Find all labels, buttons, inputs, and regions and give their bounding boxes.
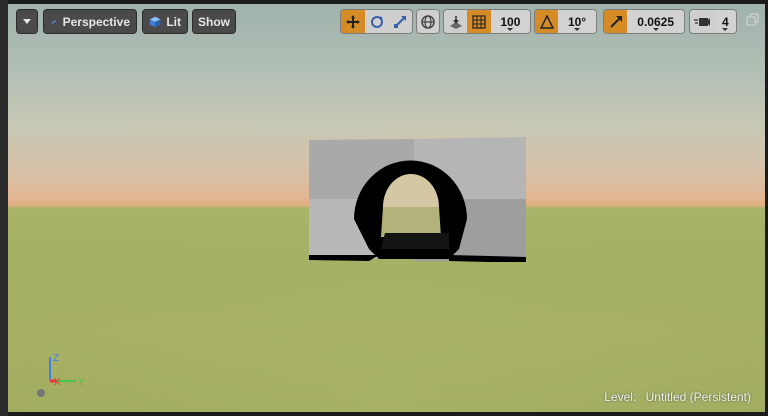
- restore-window-icon[interactable]: [746, 13, 760, 27]
- camera-speed-value-dropdown[interactable]: 4: [714, 10, 736, 33]
- help-icon: [37, 389, 45, 397]
- grid-snap-toggle[interactable]: [467, 10, 491, 33]
- perspective-camera-icon: [50, 20, 57, 23]
- level-name: Untitled (Persistent): [645, 390, 751, 404]
- level-status: Level: Untitled (Persistent): [604, 390, 751, 404]
- arch-inner-ground: [381, 207, 441, 237]
- coordinate-system-group: [416, 9, 440, 34]
- rotation-snap-value-dropdown[interactable]: 10°: [558, 10, 596, 33]
- scale-snap-value-dropdown[interactable]: 0.0625: [627, 10, 684, 33]
- level-prefix: Level:: [604, 390, 637, 404]
- transform-tools-group: [340, 9, 413, 34]
- translate-tool-button[interactable]: [341, 10, 365, 33]
- chevron-down-icon: [23, 19, 31, 24]
- show-flags-label: Show: [198, 14, 230, 29]
- left-panel-edge: [0, 0, 8, 416]
- viewport-frame: Z X Y Level: Untitled (Persistent) Persp…: [0, 0, 768, 416]
- rotate-icon: [370, 15, 383, 28]
- grid-icon: [472, 14, 486, 29]
- rotation-snap-value: 10°: [567, 14, 587, 29]
- lighting-mode-button[interactable]: Lit: [142, 9, 188, 34]
- scale-snap-value: 0.0625: [637, 14, 674, 29]
- scale-tool-button[interactable]: [388, 10, 412, 33]
- scale-snap-toggle[interactable]: [604, 10, 628, 33]
- camera-speed-icon: [694, 17, 711, 26]
- scale-snap-group: 0.0625: [603, 9, 685, 34]
- axis-gizmo: Z X Y: [37, 353, 85, 397]
- surface-snap-icon: [449, 15, 462, 29]
- arch-floor: [381, 233, 449, 249]
- move-arrows-icon: [345, 14, 360, 29]
- lit-cube-icon: [149, 16, 161, 27]
- y-axis-label: Y: [78, 377, 85, 388]
- grid-snap-value-dropdown[interactable]: 100: [490, 10, 530, 33]
- camera-speed-group: 4: [689, 9, 737, 34]
- grid-snap-group: 100: [443, 9, 531, 34]
- x-axis-label: X: [54, 377, 61, 388]
- rotation-snap-toggle[interactable]: [535, 10, 559, 33]
- view-mode-label: Perspective: [62, 14, 130, 29]
- arch-mesh[interactable]: [309, 137, 526, 262]
- world-coordinates-button[interactable]: [417, 10, 439, 33]
- scale-icon: [394, 15, 407, 28]
- camera-speed-value: 4: [721, 14, 729, 29]
- z-axis-label: Z: [53, 353, 59, 364]
- view-mode-button[interactable]: Perspective: [43, 9, 137, 34]
- globe-icon: [421, 14, 435, 29]
- lighting-mode-label: Lit: [166, 14, 181, 29]
- show-flags-button[interactable]: Show: [192, 9, 236, 34]
- camera-speed-button[interactable]: [690, 10, 715, 33]
- angle-icon: [539, 14, 554, 29]
- grid-snap-value: 100: [500, 14, 521, 29]
- arch-base-shadow-left: [309, 255, 379, 261]
- level-viewport[interactable]: Z X Y Level: Untitled (Persistent): [8, 4, 765, 412]
- scale-snap-icon: [609, 15, 622, 28]
- viewport-options-button[interactable]: [16, 9, 38, 34]
- rotate-tool-button[interactable]: [365, 10, 389, 33]
- rotation-snap-group: 10°: [534, 9, 597, 34]
- surface-snapping-button[interactable]: [444, 10, 467, 33]
